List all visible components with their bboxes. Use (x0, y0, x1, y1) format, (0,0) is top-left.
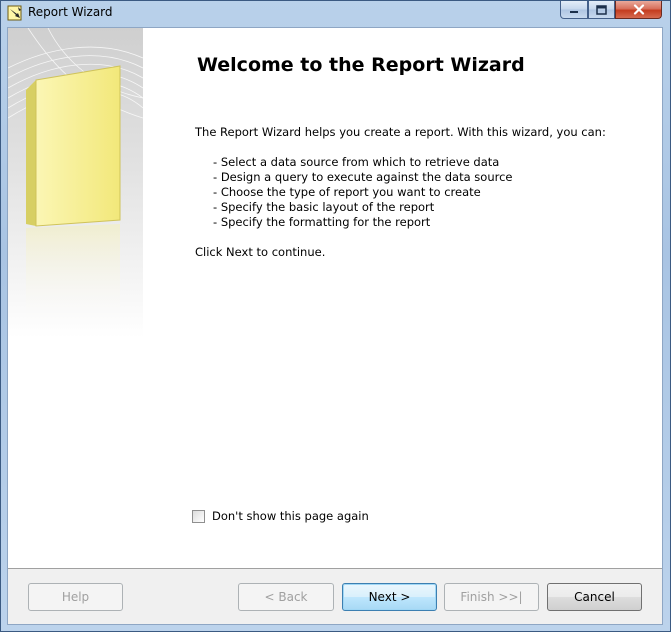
wizard-body: Welcome to the Report Wizard The Report … (7, 27, 663, 625)
list-item: Select a data source from which to retri… (213, 155, 513, 170)
finish-button[interactable]: Finish >>| (444, 583, 539, 611)
dont-show-again-label[interactable]: Don't show this page again (212, 509, 369, 523)
feature-list: Select a data source from which to retri… (213, 155, 513, 230)
page-title: Welcome to the Report Wizard (197, 54, 525, 76)
cancel-button[interactable]: Cancel (547, 583, 642, 611)
maximize-button[interactable] (588, 1, 615, 19)
list-item: Specify the basic layout of the report (213, 200, 513, 215)
report-wizard-window: Report Wizard Welcome to the Report Wiza… (0, 0, 671, 632)
minimize-icon (570, 10, 578, 13)
intro-text: The Report Wizard helps you create a rep… (195, 125, 606, 139)
list-item: Design a query to execute against the da… (213, 170, 513, 185)
wizard-book-illustration (8, 28, 143, 328)
list-item: Choose the type of report you want to cr… (213, 185, 513, 200)
close-button[interactable] (615, 1, 662, 19)
report-wizard-icon (7, 5, 22, 21)
maximize-icon (596, 4, 607, 15)
window-title: Report Wizard (28, 5, 113, 19)
list-item: Specify the formatting for the report (213, 215, 513, 230)
minimize-button[interactable] (560, 1, 588, 19)
side-illustration (8, 28, 143, 338)
dont-show-again-option[interactable]: Don't show this page again (192, 509, 369, 523)
wizard-page: Welcome to the Report Wizard The Report … (8, 28, 662, 569)
help-button[interactable]: Help (28, 583, 123, 611)
next-button[interactable]: Next > (342, 583, 437, 611)
continue-instruction: Click Next to continue. (195, 245, 326, 259)
title-bar[interactable]: Report Wizard (1, 1, 670, 25)
close-icon (633, 4, 644, 15)
dont-show-again-checkbox[interactable] (192, 509, 205, 523)
back-button[interactable]: < Back (238, 583, 334, 611)
